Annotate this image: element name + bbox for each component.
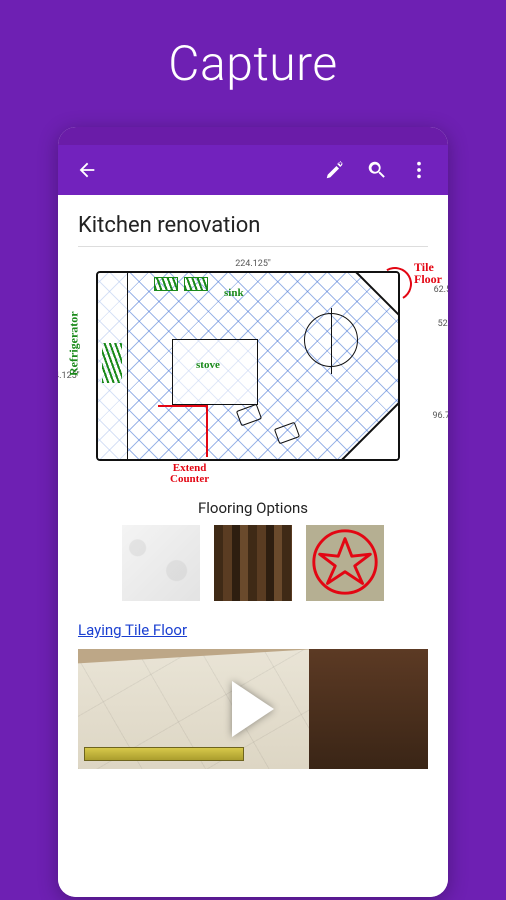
round-table: [304, 313, 358, 367]
stove-label: stove: [196, 359, 220, 371]
overflow-button[interactable]: [398, 149, 440, 191]
chairs: [238, 407, 298, 441]
extend-counter-label: Extend Counter: [170, 463, 209, 485]
flooring-heading: Flooring Options: [78, 499, 428, 517]
video-thumbnail[interactable]: [78, 649, 428, 769]
back-arrow-icon: [76, 159, 98, 181]
search-icon: [366, 159, 388, 181]
title-divider: [78, 246, 428, 247]
swatch-marble[interactable]: [122, 525, 200, 601]
phone-frame: Kitchen renovation 224.125" 164.125" 62.…: [58, 127, 448, 897]
ink-button[interactable]: [314, 149, 356, 191]
extend-line-vertical: [206, 405, 208, 457]
sink-mark-2: [184, 277, 208, 291]
refrigerator-label: Refrigerator: [67, 311, 82, 376]
kitchen-island: [172, 339, 258, 405]
selection-star-annotation: [306, 525, 384, 601]
laying-tile-link[interactable]: Laying Tile Floor: [78, 621, 187, 639]
video-cabinet-graphic: [309, 649, 428, 769]
extend-line-horizontal: [158, 405, 208, 407]
flooring-swatches: [78, 525, 428, 601]
tile-floor-label: Tile Floor: [414, 261, 442, 285]
dimension-bottom-right: 96.75": [433, 411, 449, 421]
ink-pen-icon: [324, 159, 346, 181]
play-icon: [232, 681, 274, 737]
sink-mark-1: [154, 277, 178, 291]
sink-label: sink: [224, 287, 244, 299]
floorplan-outline: stove sink: [96, 271, 400, 461]
dimension-top-right-b: 52.5": [438, 319, 448, 329]
more-vertical-icon: [408, 159, 430, 181]
app-bar: [58, 145, 448, 195]
level-tool-graphic: [84, 747, 244, 761]
dimension-top-right-a: 62.5": [434, 285, 448, 295]
swatch-wood[interactable]: [214, 525, 292, 601]
hero-title: Capture: [168, 35, 337, 92]
back-button[interactable]: [66, 149, 108, 191]
refrigerator-mark: [102, 343, 122, 383]
note-title[interactable]: Kitchen renovation: [78, 213, 428, 238]
swatch-tile[interactable]: [306, 525, 384, 601]
status-bar: [58, 127, 448, 145]
dimension-top: 224.125": [235, 259, 271, 269]
floorplan-image[interactable]: 224.125" 164.125" 62.5" 52.5" 96.75" sto…: [78, 271, 428, 481]
search-button[interactable]: [356, 149, 398, 191]
note-content: Kitchen renovation 224.125" 164.125" 62.…: [58, 195, 448, 897]
